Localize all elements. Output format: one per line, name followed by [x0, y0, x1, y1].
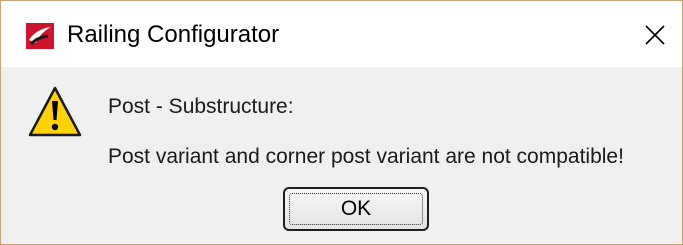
close-button[interactable] [633, 15, 677, 55]
app-logo-icon [26, 23, 54, 49]
message-body: Post variant and corner post variant are… [108, 145, 624, 168]
message-heading: Post - Substructure: [108, 95, 294, 118]
message-dialog: Railing Configurator Post - Substructure… [0, 0, 683, 245]
close-icon [645, 25, 665, 45]
ok-button[interactable]: OK [283, 187, 429, 231]
dialog-content: Post - Substructure: Post variant and co… [1, 67, 682, 244]
warning-icon [28, 86, 82, 138]
window-title: Railing Configurator [67, 21, 280, 48]
ok-button-label: OK [340, 197, 372, 220]
title-bar[interactable]: Railing Configurator [1, 1, 682, 67]
